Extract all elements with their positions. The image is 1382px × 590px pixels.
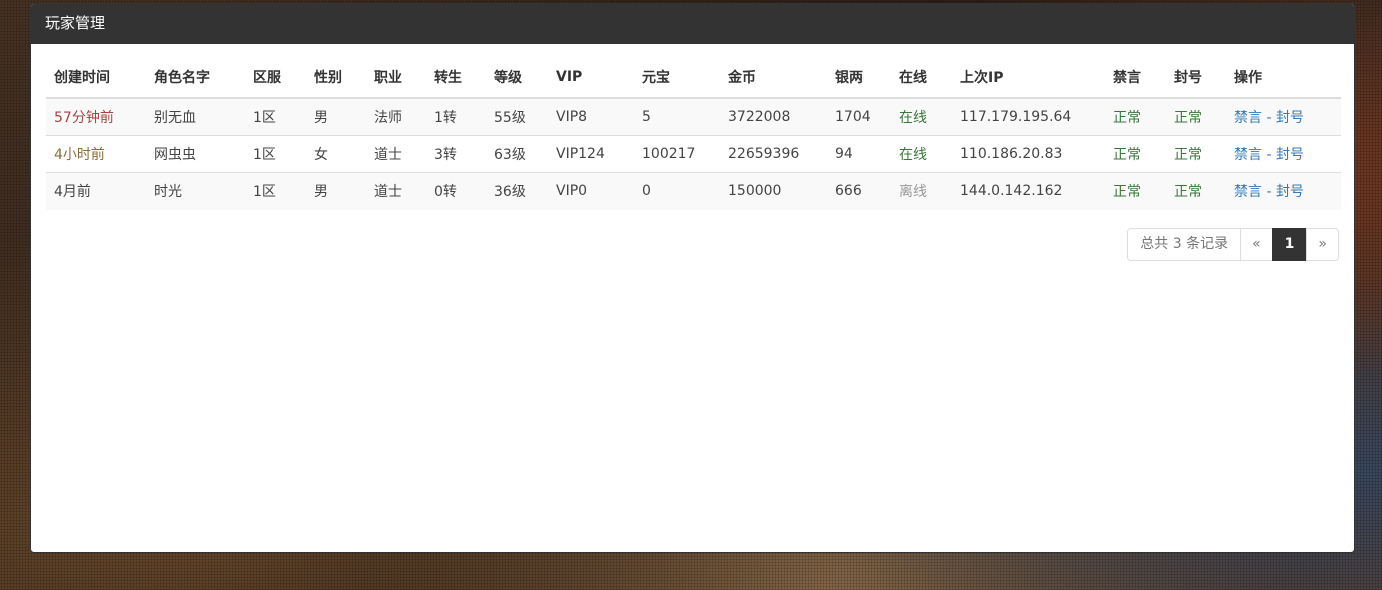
cell-online-status: 在线 (891, 97, 952, 136)
cell-name: 网虫虫 (146, 135, 245, 173)
cell-gender: 女 (306, 135, 366, 173)
cell-ban-status: 正常 (1166, 172, 1226, 210)
col-ban: 封号 (1166, 59, 1226, 99)
cell-name: 时光 (146, 172, 245, 210)
cell-server: 1区 (245, 172, 306, 210)
ban-link[interactable]: 封号 (1276, 184, 1304, 200)
cell-rebirth: 3转 (426, 135, 486, 173)
panel-body: 创建时间 角色名字 区服 性别 职业 转生 等级 VIP 元宝 金币 银两 在线… (31, 44, 1354, 225)
action-separator: - (1262, 110, 1276, 126)
mute-link[interactable]: 禁言 (1234, 184, 1262, 200)
player-management-panel: 玩家管理 创建时间 角色名字 区服 性别 职业 转生 等级 VIP 元宝 金币 … (30, 3, 1355, 553)
mute-link[interactable]: 禁言 (1234, 110, 1262, 126)
col-vip: VIP (548, 59, 634, 99)
cell-rebirth: 0转 (426, 172, 486, 210)
col-job: 职业 (366, 59, 426, 99)
cell-yuanbao: 5 (634, 97, 720, 136)
col-created: 创建时间 (46, 59, 146, 99)
cell-created: 4月前 (46, 172, 146, 210)
col-mute: 禁言 (1105, 59, 1166, 99)
col-gender: 性别 (306, 59, 366, 99)
col-gold: 金币 (720, 59, 827, 99)
cell-gold: 22659396 (720, 135, 827, 173)
col-yuanbao: 元宝 (634, 59, 720, 99)
cell-ban-status: 正常 (1166, 97, 1226, 136)
col-online: 在线 (891, 59, 952, 99)
col-rebirth: 转生 (426, 59, 486, 99)
col-name: 角色名字 (146, 59, 245, 99)
cell-vip: VIP0 (548, 172, 634, 210)
cell-yuanbao: 0 (634, 172, 720, 210)
cell-created: 4小时前 (46, 135, 146, 173)
cell-gold: 150000 (720, 172, 827, 210)
cell-mute-status: 正常 (1105, 135, 1166, 173)
cell-online-status: 离线 (891, 172, 952, 210)
cell-name: 别无血 (146, 97, 245, 136)
page-1-button[interactable]: 1 (1271, 228, 1308, 261)
cell-mute-status: 正常 (1105, 172, 1166, 210)
cell-last-ip: 144.0.142.162 (952, 172, 1105, 210)
col-actions: 操作 (1226, 59, 1341, 99)
action-separator: - (1262, 184, 1276, 201)
cell-actions: 禁言 - 封号 (1226, 97, 1341, 136)
mute-link[interactable]: 禁言 (1234, 147, 1262, 163)
table-row: 4小时前 网虫虫 1区 女 道士 3转 63级 VIP124 100217 22… (46, 135, 1341, 173)
cell-actions: 禁言 - 封号 (1226, 172, 1341, 210)
pagination-summary: 总共 3 条记录 (1127, 228, 1242, 261)
cell-gold: 3722008 (720, 97, 827, 136)
cell-last-ip: 117.179.195.64 (952, 97, 1105, 136)
cell-silver: 94 (827, 135, 891, 173)
cell-level: 63级 (486, 135, 548, 173)
table-row: 4月前 时光 1区 男 道士 0转 36级 VIP0 0 150000 666 … (46, 172, 1341, 210)
cell-vip: VIP8 (548, 97, 634, 136)
cell-silver: 666 (827, 172, 891, 210)
cell-job: 道士 (366, 135, 426, 173)
cell-level: 55级 (486, 97, 548, 136)
cell-level: 36级 (486, 172, 548, 210)
ban-link[interactable]: 封号 (1276, 110, 1304, 126)
cell-server: 1区 (245, 135, 306, 173)
cell-online-status: 在线 (891, 135, 952, 173)
table-header-row: 创建时间 角色名字 区服 性别 职业 转生 等级 VIP 元宝 金币 银两 在线… (46, 59, 1341, 99)
cell-rebirth: 1转 (426, 97, 486, 136)
players-table: 创建时间 角色名字 区服 性别 职业 转生 等级 VIP 元宝 金币 银两 在线… (46, 59, 1341, 210)
table-row: 57分钟前 别无血 1区 男 法师 1转 55级 VIP8 5 3722008 … (46, 97, 1341, 136)
col-last-ip: 上次IP (952, 59, 1105, 99)
col-silver: 银两 (827, 59, 891, 99)
cell-server: 1区 (245, 97, 306, 136)
cell-actions: 禁言 - 封号 (1226, 135, 1341, 173)
next-page-button[interactable]: » (1306, 228, 1339, 261)
pagination: 总共 3 条记录 « 1 » (1127, 228, 1339, 261)
cell-created: 57分钟前 (46, 97, 146, 136)
cell-gender: 男 (306, 97, 366, 136)
cell-yuanbao: 100217 (634, 135, 720, 173)
cell-job: 道士 (366, 172, 426, 210)
action-separator: - (1262, 147, 1276, 163)
cell-silver: 1704 (827, 97, 891, 136)
col-server: 区服 (245, 59, 306, 99)
cell-job: 法师 (366, 97, 426, 136)
cell-ban-status: 正常 (1166, 135, 1226, 173)
cell-vip: VIP124 (548, 135, 634, 173)
cell-mute-status: 正常 (1105, 97, 1166, 136)
ban-link[interactable]: 封号 (1276, 147, 1304, 163)
cell-last-ip: 110.186.20.83 (952, 135, 1105, 173)
cell-gender: 男 (306, 172, 366, 210)
panel-title: 玩家管理 (31, 4, 1354, 44)
col-level: 等级 (486, 59, 548, 99)
prev-page-button[interactable]: « (1240, 228, 1273, 261)
